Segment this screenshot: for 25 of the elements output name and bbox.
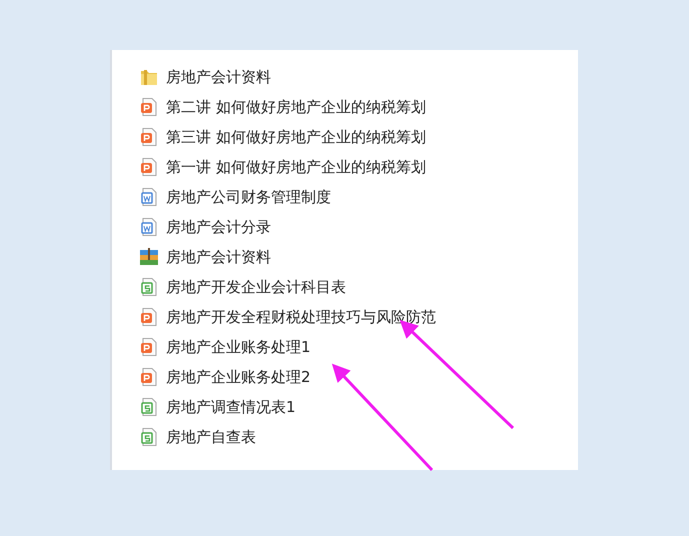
presentation-file-icon bbox=[140, 128, 158, 146]
file-name[interactable]: 房地产开发企业会计科目表 bbox=[166, 278, 346, 296]
file-name[interactable]: 房地产企业账务处理2 bbox=[166, 368, 311, 386]
spreadsheet-file-icon bbox=[140, 428, 158, 446]
folder-icon bbox=[140, 68, 158, 86]
document-file-icon bbox=[140, 218, 158, 236]
file-name[interactable]: 第三讲 如何做好房地产企业的纳税筹划 bbox=[166, 128, 426, 146]
file-name[interactable]: 房地产会计分录 bbox=[166, 218, 271, 236]
file-name[interactable]: 房地产自查表 bbox=[166, 428, 256, 446]
presentation-file-icon bbox=[140, 158, 158, 176]
file-name[interactable]: 房地产会计资料 bbox=[166, 248, 271, 266]
file-name[interactable]: 房地产企业账务处理1 bbox=[166, 338, 311, 356]
file-name[interactable]: 房地产会计资料 bbox=[166, 68, 271, 86]
file-name[interactable]: 第二讲 如何做好房地产企业的纳税筹划 bbox=[166, 98, 426, 116]
presentation-file-icon bbox=[140, 308, 158, 326]
file-name[interactable]: 第一讲 如何做好房地产企业的纳税筹划 bbox=[166, 158, 426, 176]
presentation-file-icon bbox=[140, 338, 158, 356]
presentation-file-icon bbox=[140, 98, 158, 116]
file-name[interactable]: 房地产调查情况表1 bbox=[166, 398, 296, 416]
spreadsheet-file-icon bbox=[140, 398, 158, 416]
archive-icon bbox=[140, 248, 158, 266]
document-file-icon bbox=[140, 188, 158, 206]
spreadsheet-file-icon bbox=[140, 278, 158, 296]
presentation-file-icon bbox=[140, 368, 158, 386]
file-name[interactable]: 房地产公司财务管理制度 bbox=[166, 188, 331, 206]
